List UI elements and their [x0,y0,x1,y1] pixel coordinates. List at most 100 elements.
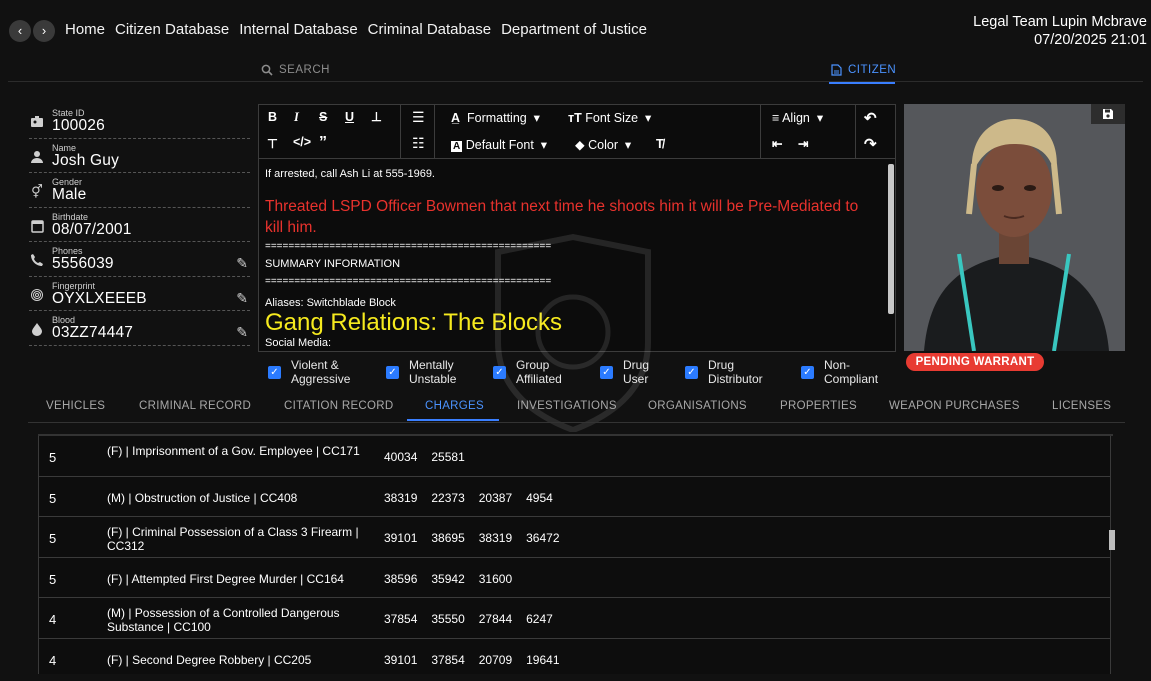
flag-non-compliant[interactable]: ✓ Non- Compliant [801,358,878,386]
forward-button[interactable]: › [33,20,55,42]
back-button[interactable]: ‹ [9,20,31,42]
quote-button[interactable]: ” [319,134,327,152]
tab-weapon-purchases[interactable]: WEAPON PURCHASES [889,400,1020,412]
nav-citizen-database[interactable]: Citizen Database [115,21,229,38]
outdent-button[interactable]: ⇤ [772,136,782,151]
redo-button[interactable]: ↷ [864,135,877,153]
edit-fingerprint-icon[interactable]: ✎ [236,290,248,307]
clear-format-button[interactable]: T̸ [656,137,664,151]
charge-references: 37854 35550 27844 6247 [384,612,553,626]
charge-ref[interactable]: 38596 [384,572,417,586]
charge-ref[interactable]: 27844 [479,612,512,626]
birthdate-field: Birthdate 08/07/2001 [29,208,250,242]
notes-content[interactable]: If arrested, call Ash Li at 555-1969. Th… [259,160,885,351]
nav-internal-database[interactable]: Internal Database [239,21,357,38]
editor-toolbar: B I S U ⊥ ⊤ </> ” ☰ ☷ A̲ Formatting ▾ тT… [259,105,895,159]
charge-references: 39101 38695 38319 36472 [384,531,560,545]
table-row[interactable]: 4 (M) | Possession of a Controlled Dange… [38,598,1111,639]
birthdate-value: 08/07/2001 [52,220,132,238]
table-row[interactable]: 5 (F) | Imprisonment of a Gov. Employee … [38,436,1111,477]
charge-ref[interactable]: 39101 [384,653,417,667]
strikethrough-button[interactable]: S [319,110,327,124]
charge-ref[interactable]: 6247 [526,612,553,626]
charge-ref[interactable]: 22373 [431,491,464,505]
table-scrollbar[interactable] [1109,436,1115,674]
flag-violent-aggressive[interactable]: ✓ Violent & Aggressive [268,358,350,386]
nav-home[interactable]: Home [65,21,105,38]
charge-count: 4 [49,652,57,668]
font-size-dropdown[interactable]: тT Font Size ▾ [568,110,651,125]
notes-aliases: Aliases: Switchblade Block [265,297,396,309]
align-group: ≡ Align ▾ ⇤ ⇥ [761,105,856,159]
checkbox-checked-icon[interactable]: ✓ [268,366,281,379]
calendar-icon [29,219,45,235]
editor-scrollbar-thumb[interactable] [888,164,894,314]
charge-ref[interactable]: 19641 [526,653,559,667]
flag-drug-user[interactable]: ✓ Drug User [600,358,649,386]
charge-ref[interactable]: 38695 [431,531,464,545]
align-dropdown[interactable]: ≡ Align ▾ [772,110,823,125]
numbered-list-icon[interactable]: ☷ [412,135,425,152]
checkbox-checked-icon[interactable]: ✓ [801,366,814,379]
search-icon [261,64,273,76]
indent-button[interactable]: ⇥ [798,136,808,151]
undo-button[interactable]: ↶ [864,109,877,127]
tab-charges[interactable]: CHARGES [425,400,484,412]
flag-group-affiliated[interactable]: ✓ Group Affiliated [493,358,562,386]
charge-description: (F) | Second Degree Robbery | CC205 [107,652,312,667]
charge-ref[interactable]: 20387 [479,491,512,505]
color-dropdown[interactable]: ◆ Color ▾ [575,137,631,152]
nav-criminal-database[interactable]: Criminal Database [368,21,491,38]
checkbox-checked-icon[interactable]: ✓ [685,366,698,379]
charge-ref[interactable]: 37854 [431,653,464,667]
underline-button[interactable]: U [345,110,354,124]
code-button[interactable]: </> [293,135,311,149]
edit-blood-icon[interactable]: ✎ [236,324,248,341]
table-row[interactable]: 4 (F) | Second Degree Robbery | CC205 39… [38,638,1111,674]
charge-ref[interactable]: 35942 [431,572,464,586]
bold-button[interactable]: B [268,110,277,124]
table-row[interactable]: 5 (M) | Obstruction of Justice | CC408 3… [38,476,1111,518]
charge-ref[interactable]: 38319 [384,491,417,505]
font-family-dropdown[interactable]: A Default Font ▾ [451,137,547,152]
flag-label: Mentally [409,358,454,372]
clear-format-icon: T̸ [656,137,664,151]
bullet-list-icon[interactable]: ☰ [412,109,425,126]
charge-ref[interactable]: 37854 [384,612,417,626]
edit-phones-icon[interactable]: ✎ [236,255,248,272]
save-photo-button[interactable] [1091,104,1125,124]
tab-properties[interactable]: PROPERTIES [780,400,857,412]
charge-ref[interactable]: 20709 [479,653,512,667]
tab-organisations[interactable]: ORGANISATIONS [648,400,747,412]
charge-ref[interactable]: 25581 [431,450,464,464]
table-scrollbar-thumb[interactable] [1109,530,1115,550]
tab-investigations[interactable]: INVESTIGATIONS [517,400,617,412]
name-value: Josh Guy [52,151,120,169]
formatting-dropdown[interactable]: A̲ Formatting ▾ [451,110,540,125]
flag-drug-distributor[interactable]: ✓ Drug Distributor [685,358,763,386]
horizontal-rule-button[interactable]: ⊤ [267,136,278,151]
table-row[interactable]: 5 (F) | Attempted First Degree Murder | … [38,557,1111,599]
tab-citation-record[interactable]: CITATION RECORD [284,400,394,412]
charge-ref[interactable]: 31600 [479,572,512,586]
charge-ref[interactable]: 38319 [479,531,512,545]
tab-licenses[interactable]: LICENSES [1052,400,1111,412]
charge-ref[interactable]: 35550 [431,612,464,626]
table-row[interactable]: 5 (F) | Criminal Possession of a Class 3… [38,517,1111,558]
subscript-button[interactable]: ⊥ [371,109,382,124]
charge-ref[interactable]: 39101 [384,531,417,545]
checkbox-checked-icon[interactable]: ✓ [386,366,399,379]
italic-button[interactable]: I [294,110,299,125]
flag-mentally-unstable[interactable]: ✓ Mentally Unstable [386,358,456,386]
charge-ref[interactable]: 40034 [384,450,417,464]
tab-criminal-record[interactable]: CRIMINAL RECORD [139,400,251,412]
charge-ref[interactable]: 36472 [526,531,559,545]
checkbox-checked-icon[interactable]: ✓ [493,366,506,379]
nav-department-of-justice[interactable]: Department of Justice [501,21,647,38]
search-mode-tab[interactable]: SEARCH [261,64,330,76]
charge-ref[interactable]: 4954 [526,491,553,505]
checkbox-checked-icon[interactable]: ✓ [600,366,613,379]
tab-vehicles[interactable]: VEHICLES [46,400,105,412]
citizen-mode-tab[interactable]: CITIZEN [831,64,896,76]
editor-scrollbar[interactable] [888,160,894,351]
